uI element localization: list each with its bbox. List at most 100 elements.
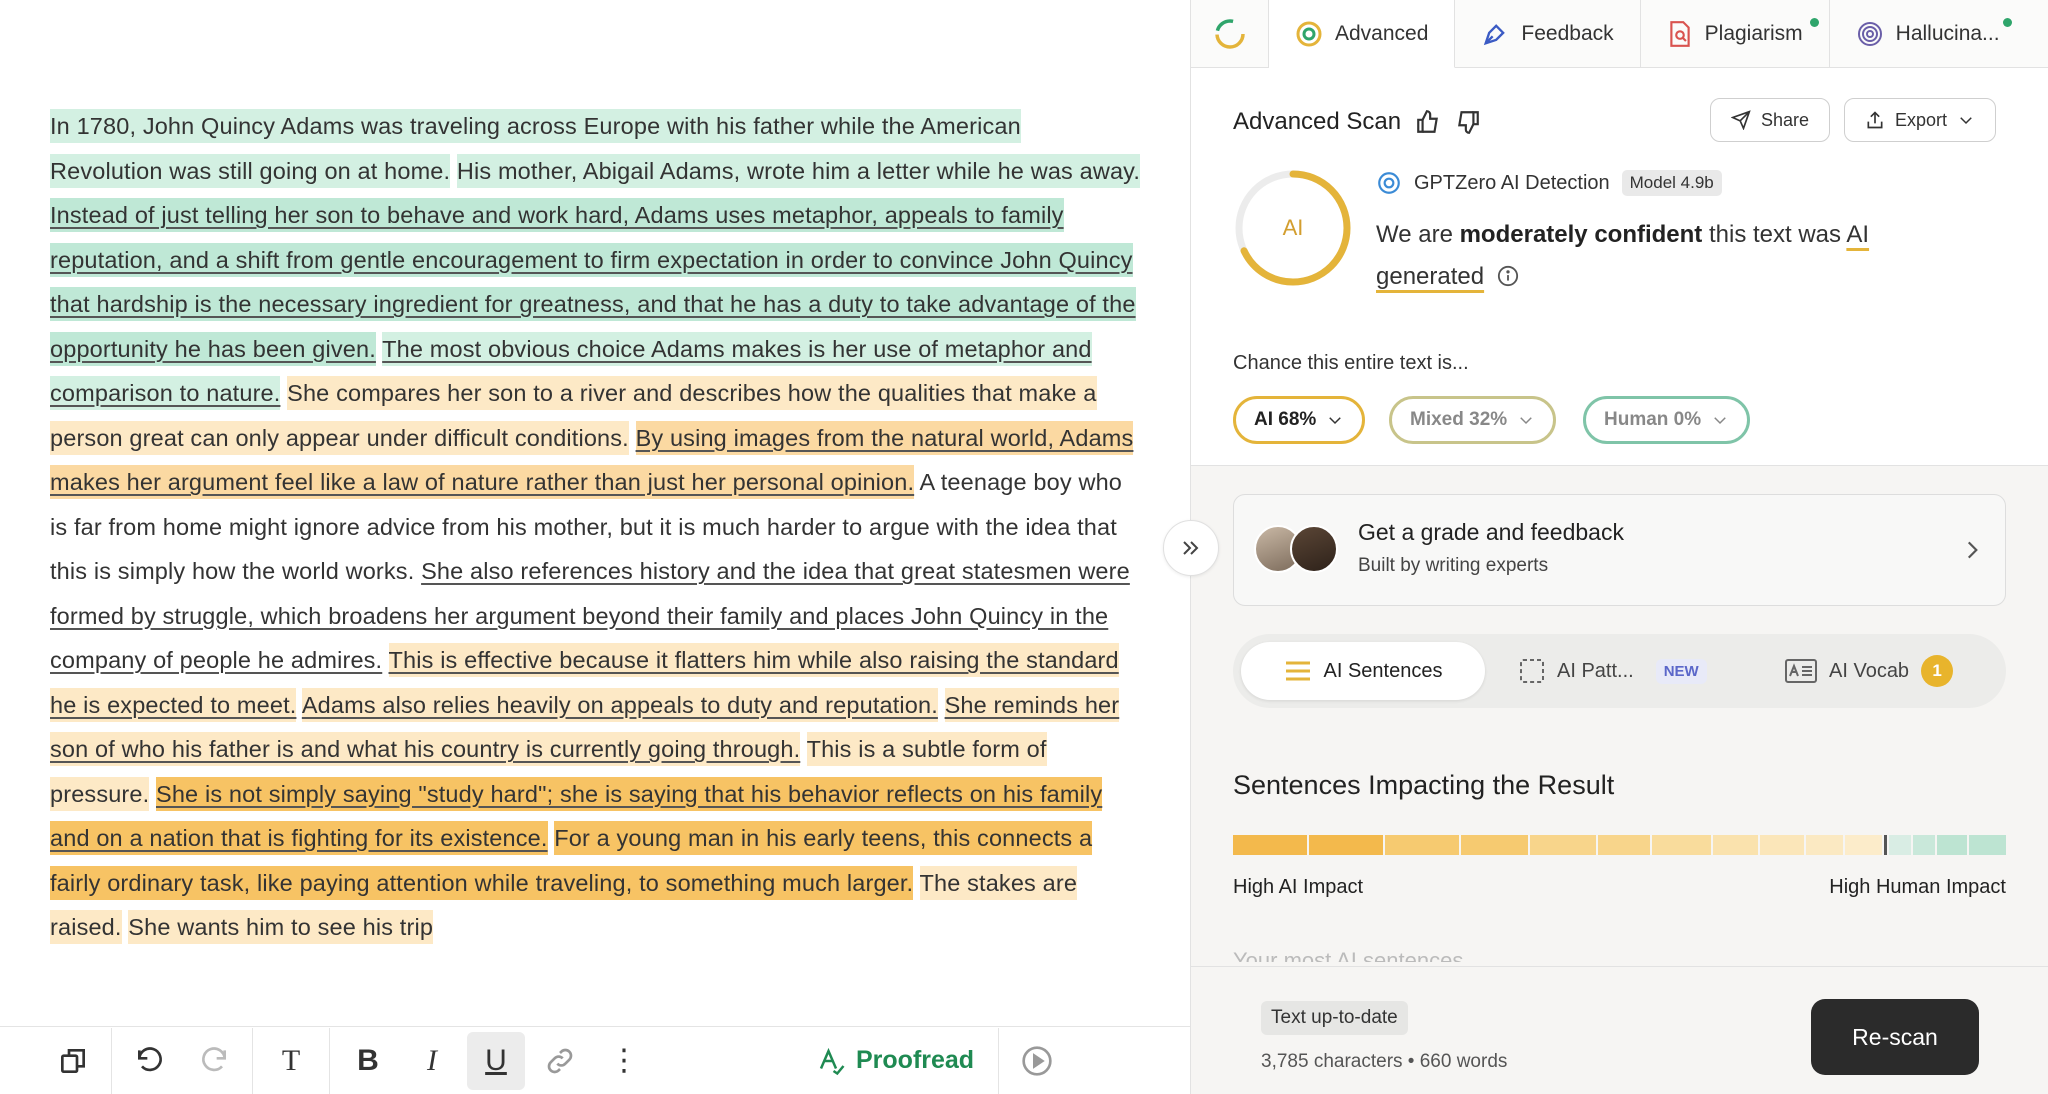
double-chevron-right-icon xyxy=(1183,541,1199,555)
grade-subtitle: Built by writing experts xyxy=(1358,555,1549,576)
chevron-right-icon xyxy=(1967,541,1978,559)
new-badge: NEW xyxy=(1655,658,1707,684)
spiral-icon xyxy=(1857,22,1882,46)
verdict-text: We are moderately confident this text wa… xyxy=(1376,214,1936,298)
essay-sentence[interactable]: Adams also relies heavily on appeals to … xyxy=(301,687,938,722)
play-icon[interactable] xyxy=(1008,1032,1066,1090)
proofread-button[interactable]: Proofread xyxy=(816,1046,974,1076)
proofread-label: Proofread xyxy=(856,1046,975,1074)
impact-segment[interactable] xyxy=(1806,835,1844,855)
text-counts: 3,785 characters • 660 words xyxy=(1261,1051,1508,1072)
toolbar-divider xyxy=(252,1027,253,1094)
essay-editor[interactable]: In 1780, John Quincy Adams was traveling… xyxy=(0,0,1190,1094)
chevron-down-icon xyxy=(1520,417,1532,425)
gptzero-icon xyxy=(1378,172,1400,194)
essay-sentence[interactable]: She wants him to see his trip xyxy=(128,910,434,944)
share-button[interactable]: Share xyxy=(1710,98,1831,142)
document-search-icon xyxy=(1669,21,1690,47)
pen-icon xyxy=(1484,24,1506,46)
impact-marker xyxy=(1884,835,1887,855)
avatar xyxy=(1290,525,1338,573)
link-icon[interactable] xyxy=(531,1032,589,1090)
chevron-down-icon xyxy=(1960,117,1972,125)
verdict-pre: We are xyxy=(1376,221,1460,248)
gptzero-logo-icon xyxy=(1214,19,1245,49)
impact-segment[interactable] xyxy=(1888,835,1912,855)
tab-hallucination[interactable]: Hallucina... xyxy=(1830,0,2012,68)
dashed-square-icon xyxy=(1520,659,1544,683)
advanced-scan-icon xyxy=(1296,21,1322,46)
text-style-icon[interactable]: T xyxy=(262,1032,320,1090)
analysis-segmented-control: AI Sentences AI Patt... NEW AI Vocab 1 xyxy=(1233,634,2006,708)
underline-icon[interactable]: U xyxy=(467,1031,525,1090)
results-panel: Advanced Feedback Plagiarism Hallucina..… xyxy=(1190,0,2048,1094)
undo-icon[interactable] xyxy=(121,1032,179,1090)
detector-label: GPTZero AI Detection xyxy=(1414,171,1610,194)
tab-feedback[interactable]: Feedback xyxy=(1455,0,1641,68)
verdict-mid: this text was xyxy=(1702,221,1847,248)
model-badge: Model 4.9b xyxy=(1621,170,1722,196)
ai-patterns-label: AI Patt... xyxy=(1557,659,1634,682)
impact-segment[interactable] xyxy=(1913,835,1936,855)
impact-segment[interactable] xyxy=(1759,835,1805,855)
copy-icon[interactable] xyxy=(44,1032,102,1090)
impact-segment[interactable] xyxy=(1968,835,2006,855)
impact-segment[interactable] xyxy=(1598,835,1651,855)
info-icon[interactable] xyxy=(1497,265,1519,287)
pill-label: AI 68% xyxy=(1254,409,1317,430)
chance-label: Chance this entire text is... xyxy=(1233,352,1469,374)
italic-icon[interactable]: I xyxy=(403,1032,461,1090)
ai-sentences-label: AI Sentences xyxy=(1323,659,1443,682)
export-label: Export xyxy=(1895,109,1948,130)
editor-toolbar: T B I U ⋮ Proofread xyxy=(0,1026,1190,1094)
impact-segment[interactable] xyxy=(1937,835,1967,855)
thumbs-down-icon[interactable] xyxy=(1455,109,1481,135)
mixed-percent-pill[interactable]: Mixed 32% xyxy=(1389,396,1557,444)
more-icon[interactable]: ⋮ xyxy=(595,1032,653,1090)
bold-icon[interactable]: B xyxy=(339,1032,397,1090)
impact-segment[interactable] xyxy=(1652,835,1712,855)
tab-ai-patterns[interactable]: AI Patt... NEW xyxy=(1497,642,1729,700)
scan-title: Advanced Scan xyxy=(1233,108,1481,136)
chevron-down-icon xyxy=(1714,417,1726,425)
impact-segment[interactable] xyxy=(1385,835,1460,855)
pill-label: Human 0% xyxy=(1604,409,1702,430)
rescan-button[interactable]: Re-scan xyxy=(1811,999,1979,1075)
section-heading-cut: Your most AI sentences xyxy=(1233,948,1464,962)
high-human-impact-label: High Human Impact xyxy=(1829,876,2006,898)
impact-segment[interactable] xyxy=(1713,835,1758,855)
export-button[interactable]: Export xyxy=(1844,98,1997,142)
vocab-count-badge: 1 xyxy=(1921,655,1954,687)
impact-segment[interactable] xyxy=(1529,835,1597,855)
impact-segment[interactable] xyxy=(1309,835,1384,855)
ai-percent-pill[interactable]: AI 68% xyxy=(1233,396,1366,444)
status-dot xyxy=(1809,18,1819,27)
list-icon xyxy=(1285,661,1310,681)
high-ai-impact-label: High AI Impact xyxy=(1233,876,1364,898)
collapse-panel-button[interactable] xyxy=(1163,520,1219,576)
tab-ai-sentences[interactable]: AI Sentences xyxy=(1241,642,1485,700)
toolbar-divider xyxy=(111,1027,112,1094)
thumbs-up-icon[interactable] xyxy=(1415,109,1441,135)
panel-tabs: Advanced Feedback Plagiarism Hallucina..… xyxy=(1191,0,2048,68)
grade-feedback-card[interactable]: Get a grade and feedback Built by writin… xyxy=(1233,494,2006,606)
panel-footer: Text up-to-date 3,785 characters • 660 w… xyxy=(1191,966,2048,1094)
essay-sentence[interactable]: His mother, Abigail Adams, wrote him a l… xyxy=(456,153,1141,188)
essay-text[interactable]: In 1780, John Quincy Adams was traveling… xyxy=(50,104,1141,950)
impact-segment[interactable] xyxy=(1845,835,1883,855)
ring-label: AI xyxy=(1282,215,1304,240)
tab-feedback-label: Feedback xyxy=(1521,22,1614,45)
upload-icon xyxy=(1867,111,1883,129)
impact-segment[interactable] xyxy=(1461,835,1528,855)
gptzero-logo[interactable] xyxy=(1191,0,1269,68)
advanced-scan-card: Advanced Scan Share Export AI GPTZero AI xyxy=(1191,68,2048,466)
human-percent-pill[interactable]: Human 0% xyxy=(1583,396,1751,444)
tab-ai-vocab[interactable]: AI Vocab 1 xyxy=(1763,642,1975,700)
redo-icon[interactable] xyxy=(185,1032,243,1090)
tab-plagiarism[interactable]: Plagiarism xyxy=(1641,0,1830,68)
impact-bar[interactable] xyxy=(1233,835,2006,855)
impact-segment[interactable] xyxy=(1233,835,1308,855)
tab-advanced[interactable]: Advanced xyxy=(1269,0,1456,68)
chevron-down-icon xyxy=(1329,417,1342,425)
detector-row: GPTZero AI Detection Model 4.9b xyxy=(1376,170,1722,196)
